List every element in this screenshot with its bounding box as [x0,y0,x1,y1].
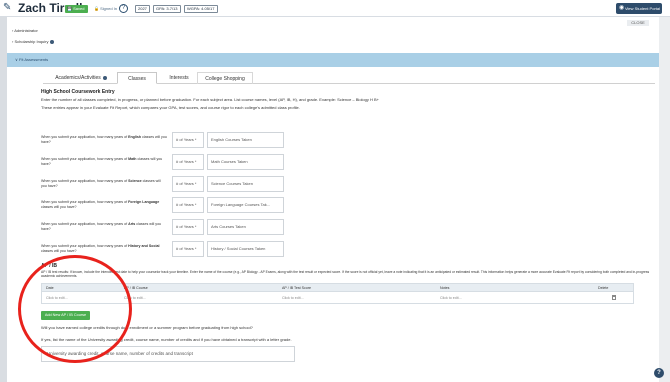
years-input[interactable]: # of Years * [172,132,204,148]
signed-in-label: Signed In [100,6,117,11]
question-text: classes will you have? [41,204,77,209]
edit-icon[interactable]: ✎ [3,3,11,13]
scholarship-section[interactable]: › Scholarship Inquiry [12,39,55,44]
coursework-title: High School Coursework Entry [41,89,115,95]
tab-academics-activities[interactable]: Academics/Activities [47,72,115,84]
question-text: When you submit your application, how ma… [41,200,129,204]
coursework-question: When you submit your application, how ma… [41,157,167,166]
subject-name: Science [128,179,142,183]
question-icon[interactable]: ? [119,4,128,13]
question-text: When you submit your application, how ma… [41,135,129,139]
signed-in-status: 🔓 Signed In [94,6,117,11]
info-icon [102,75,107,80]
question-text: classes will you have? [41,248,77,253]
subject-name: History and Social [128,244,160,248]
info-icon [50,39,55,44]
subject-name: English [128,135,142,139]
courses-taken-input[interactable]: Science Courses Taken [207,176,284,192]
tab-interests[interactable]: Interests [159,72,199,84]
close-button[interactable]: CLOSE [627,20,649,26]
years-input[interactable]: # of Years * [172,241,204,257]
trash-icon[interactable] [612,295,616,300]
table-row: Click to edit... Click to edit... Click … [41,292,634,304]
help-button[interactable]: ? [654,368,664,378]
notes-cell[interactable]: Click to edit... [440,292,462,304]
ap-ib-title: AP / IB [41,263,58,269]
subject-name: Foreign Language [128,200,160,204]
coursework-row: When you submit your application, how ma… [41,176,301,194]
coursework-question: When you submit your application, how ma… [41,200,167,209]
gpa-chip: GPA: 3.7/13 [153,5,181,13]
fit-assessments-header[interactable]: ∨ Fit Assessments [7,53,659,67]
course-cell[interactable]: Click to edit... [124,292,146,304]
coursework-row: When you submit your application, how ma… [41,219,301,237]
tab-bar: Academics/Activities Classes Interests C… [43,72,655,84]
coursework-row: When you submit your application, how ma… [41,241,301,259]
ap-ib-table: Date AP / IB Course AP / IB Test Score N… [41,283,634,305]
courses-taken-input[interactable]: English Courses Taken [207,132,284,148]
view-student-portal-button[interactable]: ◉ View Student Portal [616,3,662,14]
years-input[interactable]: # of Years * [172,197,204,213]
question-text: When you submit your application, how ma… [41,157,129,161]
view-portal-label: View Student Portal [624,6,660,11]
coursework-question: When you submit your application, how ma… [41,179,167,188]
saved-badge: 💾 Saved [65,5,88,13]
question-text: When you submit your application, how ma… [41,222,129,226]
coursework-description: Enter the number of all classes complete… [41,97,379,102]
courses-taken-input[interactable]: Arts Courses Taken [207,219,284,235]
courses-taken-input[interactable]: Math Courses Taken [207,154,284,170]
question-text: When you submit your application, how ma… [41,244,129,248]
dual-enrollment-input[interactable]: University awarding credit, course name,… [41,346,295,362]
score-cell[interactable]: Click to edit... [282,292,304,304]
administrator-label: Administrator [14,28,38,33]
ap-ib-description: AP / IB test results: If known, include … [41,270,650,279]
coursework-question: When you submit your application, how ma… [41,222,167,231]
scholarship-label: Scholarship Inquiry [14,39,49,44]
ap-ib-table-header: Date AP / IB Course AP / IB Test Score N… [41,283,634,292]
years-input[interactable]: # of Years * [172,176,204,192]
graduation-year-chip: 2027 [135,5,150,13]
tab-label: Academics/Activities [55,75,101,81]
saved-label: Saved [73,6,85,11]
coursework-question: When you submit your application, how ma… [41,135,167,144]
coursework-description-2: These entries appear in your Evaluate Fi… [41,105,300,110]
coursework-row: When you submit your application, how ma… [41,132,301,150]
coursework-row: When you submit your application, how ma… [41,154,301,172]
add-ap-ib-course-button[interactable]: Add New AP / IB Course [41,311,90,320]
dual-enrollment-instructions: If yes, list the name of the University … [41,337,292,342]
top-bar: ✎ Zach Tirrell 💾 Saved 🔓 Signed In ? 202… [0,0,670,17]
tab-college-shopping[interactable]: College Shopping [197,72,253,84]
coursework-question: When you submit your application, how ma… [41,244,167,253]
courses-taken-input[interactable]: Foreign Language Courses Tak... [207,197,284,213]
years-input[interactable]: # of Years * [172,154,204,170]
date-cell[interactable]: Click to edit... [46,292,68,304]
coursework-row: When you submit your application, how ma… [41,197,301,215]
courses-taken-input[interactable]: History / Social Courses Taken [207,241,284,257]
administrator-section[interactable]: › Administrator [12,28,38,33]
fit-assessments-label: Fit Assessments [19,57,49,62]
portal-icon: ◉ [619,5,625,11]
tab-classes[interactable]: Classes [117,72,157,84]
question-text: When you submit your application, how ma… [41,179,129,183]
years-input[interactable]: # of Years * [172,219,204,235]
weighted-gpa-chip: WGPA: 4.05/17 [184,5,218,13]
scrollbar[interactable] [659,17,670,382]
student-panel: CLOSE › Administrator › Scholarship Inqu… [7,17,659,382]
dual-enrollment-question: Will you have earned college credits thr… [41,325,253,330]
